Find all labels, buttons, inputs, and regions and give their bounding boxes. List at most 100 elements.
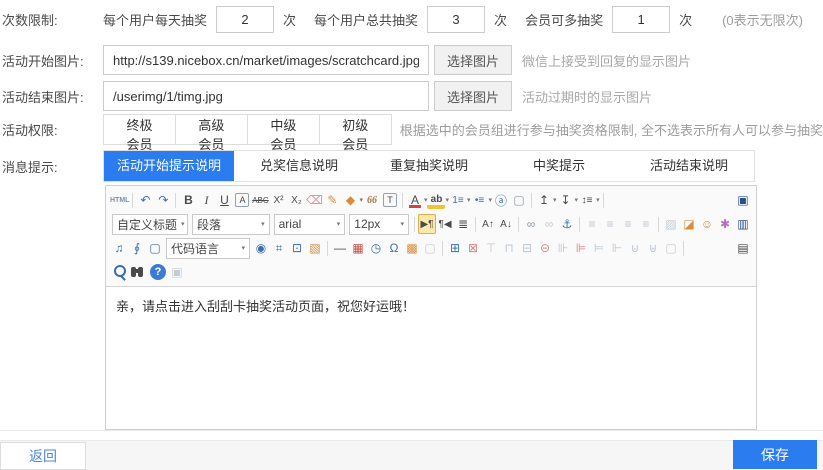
strikethrough-icon[interactable]: ABC	[251, 190, 269, 210]
delete-col-icon[interactable]: ⊫	[572, 238, 590, 258]
underline-icon[interactable]: U	[215, 190, 233, 210]
custom-title-select[interactable]: 自定义标题▾	[112, 214, 188, 235]
member-extra-draw-input[interactable]	[612, 6, 670, 33]
blockquote-icon[interactable]: 66	[363, 190, 381, 210]
scrawl-icon[interactable]: ✱	[716, 214, 734, 234]
delete-row-icon[interactable]: ⊝	[536, 238, 554, 258]
snapscreen-icon[interactable]: ⌗	[270, 238, 288, 258]
insert-time-icon[interactable]: ◷	[367, 238, 385, 258]
insert-video-icon[interactable]: ▥	[734, 214, 752, 234]
format-eraser-icon[interactable]: ⌫	[305, 190, 323, 210]
message-tab-1[interactable]: 活动开始提示说明	[104, 151, 234, 181]
subscript-icon[interactable]: X₂	[287, 190, 305, 210]
message-tab-2[interactable]: 兑奖信息说明	[234, 151, 364, 181]
page-break-icon[interactable]: ▢	[662, 238, 680, 258]
insert-row-icon[interactable]: ⊟	[518, 238, 536, 258]
emotion-icon[interactable]: ☺	[698, 214, 716, 234]
table-title-icon[interactable]: ⊓	[500, 238, 518, 258]
font-family-select[interactable]: arial▾	[274, 214, 346, 235]
insert-music-icon[interactable]: ♫	[110, 238, 128, 258]
paragraph-top-spacing-icon[interactable]: ↥	[535, 190, 553, 210]
source-code-icon[interactable]: HTML	[110, 190, 129, 210]
insert-date-icon[interactable]: ▦	[349, 238, 367, 258]
superscript-icon[interactable]: X²	[269, 190, 287, 210]
align-left-icon[interactable]: ≡	[583, 214, 601, 234]
permission-option-3[interactable]: 中级会员	[247, 114, 320, 145]
horizontal-rule-icon[interactable]: —	[331, 238, 349, 258]
redo-icon[interactable]: ↷	[154, 190, 172, 210]
remove-link-icon[interactable]: ∞	[540, 214, 558, 234]
message-tab-5[interactable]: 活动结束说明	[624, 151, 754, 181]
message-tab-3[interactable]: 重复抽奖说明	[364, 151, 494, 181]
format-brush-icon[interactable]: ✎	[323, 190, 341, 210]
merge-cells-icon[interactable]: ⊍	[626, 238, 644, 258]
permission-option-2[interactable]: 高级会员	[175, 114, 248, 145]
ordered-list-icon[interactable]: 1≡	[449, 190, 467, 210]
image-manager-icon[interactable]: ◪	[680, 214, 698, 234]
end-image-pick-button[interactable]: 选择图片	[434, 81, 512, 111]
align-right-icon[interactable]: ≡	[619, 214, 637, 234]
rtl-paragraph-icon[interactable]: ¶◀	[436, 214, 454, 234]
help-icon[interactable]: ?	[150, 264, 166, 280]
unordered-list-icon[interactable]: •≡	[471, 190, 489, 210]
preview-icon[interactable]: ▣	[734, 190, 752, 210]
permission-option-1[interactable]: 终极会员	[103, 114, 176, 145]
font-color-icon[interactable]: A	[406, 190, 424, 210]
color-brush-icon[interactable]: ◆	[341, 190, 359, 210]
google-map-icon[interactable]: ▧	[306, 238, 324, 258]
toolbar-separator	[518, 217, 519, 232]
code-language-select[interactable]: 代码语言▾	[166, 238, 250, 259]
back-button[interactable]: 返回	[0, 442, 86, 470]
paragraph-bottom-spacing-icon[interactable]: ↧	[557, 190, 575, 210]
merge-right-icon[interactable]: ⊨	[590, 238, 608, 258]
paste-as-text-icon[interactable]: T	[383, 193, 397, 207]
print-icon[interactable]: ▤	[734, 238, 752, 258]
line-spacing-icon[interactable]: ↕≡	[578, 190, 596, 210]
bold-icon[interactable]: B	[179, 190, 197, 210]
permission-option-4[interactable]: 初级会员	[319, 114, 392, 145]
paste-icon[interactable]: ▣	[168, 262, 186, 282]
bordered-text-icon[interactable]: A	[235, 193, 249, 207]
total-draw-limit-input[interactable]	[427, 6, 485, 33]
baidu-map-icon[interactable]: ⊡	[288, 238, 306, 258]
editor-content[interactable]: 亲，请点击进入刮刮卡抽奖活动页面，祝您好运哦！	[106, 287, 756, 429]
start-image-input[interactable]	[103, 45, 429, 75]
start-image-pick-button[interactable]: 选择图片	[434, 45, 512, 75]
indent-icon[interactable]: ≣	[454, 214, 472, 234]
blank-page-icon[interactable]: ▢	[510, 190, 528, 210]
total-draw-limit-suffix: 次	[494, 10, 507, 29]
anchor-icon[interactable]: ⚓	[558, 214, 576, 234]
word-image-icon[interactable]: ▢	[421, 238, 439, 258]
save-button[interactable]: 保存	[733, 440, 817, 469]
font-size-select[interactable]: 12px▾	[349, 214, 409, 235]
search-icon[interactable]	[110, 262, 128, 282]
insert-attachment-icon[interactable]: ∮	[128, 238, 146, 258]
insert-template-icon[interactable]: ▢	[146, 238, 164, 258]
anchor-inline-icon[interactable]: ⓐ	[492, 190, 510, 210]
highlight-color-icon[interactable]: ab	[427, 193, 445, 209]
daily-draw-limit-input[interactable]	[216, 6, 274, 33]
align-center-icon[interactable]: ≡	[601, 214, 619, 234]
font-size-up-icon[interactable]: A↑	[479, 214, 497, 234]
message-tab-4[interactable]: 中奖提示	[494, 151, 624, 181]
insert-code-icon[interactable]: ◉	[252, 238, 270, 258]
limit-fields: 每个用户每天抽奖次每个用户总共抽奖次会员可多抽奖次	[103, 6, 710, 33]
cite-icon[interactable]: ▩	[403, 238, 421, 258]
delete-table-icon[interactable]: ⊠	[464, 238, 482, 258]
table-caption-icon[interactable]: ⊤	[482, 238, 500, 258]
italic-icon[interactable]: I	[197, 190, 215, 210]
paragraph-select[interactable]: 段落▾	[192, 214, 270, 235]
special-char-icon[interactable]: Ω	[385, 238, 403, 258]
insert-image-icon[interactable]: ▨	[662, 214, 680, 234]
undo-icon[interactable]: ↶	[136, 190, 154, 210]
end-image-input[interactable]	[103, 81, 429, 111]
font-size-down-icon[interactable]: A↓	[497, 214, 515, 234]
insert-col-icon[interactable]: ⊪	[554, 238, 572, 258]
align-justify-icon[interactable]: ≡	[637, 214, 655, 234]
ltr-paragraph-icon[interactable]: ▶¶	[418, 214, 436, 234]
split-cells-icon[interactable]: ⊎	[644, 238, 662, 258]
merge-down-icon[interactable]: ⊩	[608, 238, 626, 258]
insert-link-icon[interactable]: ∞	[522, 214, 540, 234]
find-replace-icon[interactable]	[128, 262, 148, 282]
insert-table-icon[interactable]: ⊞	[446, 238, 464, 258]
